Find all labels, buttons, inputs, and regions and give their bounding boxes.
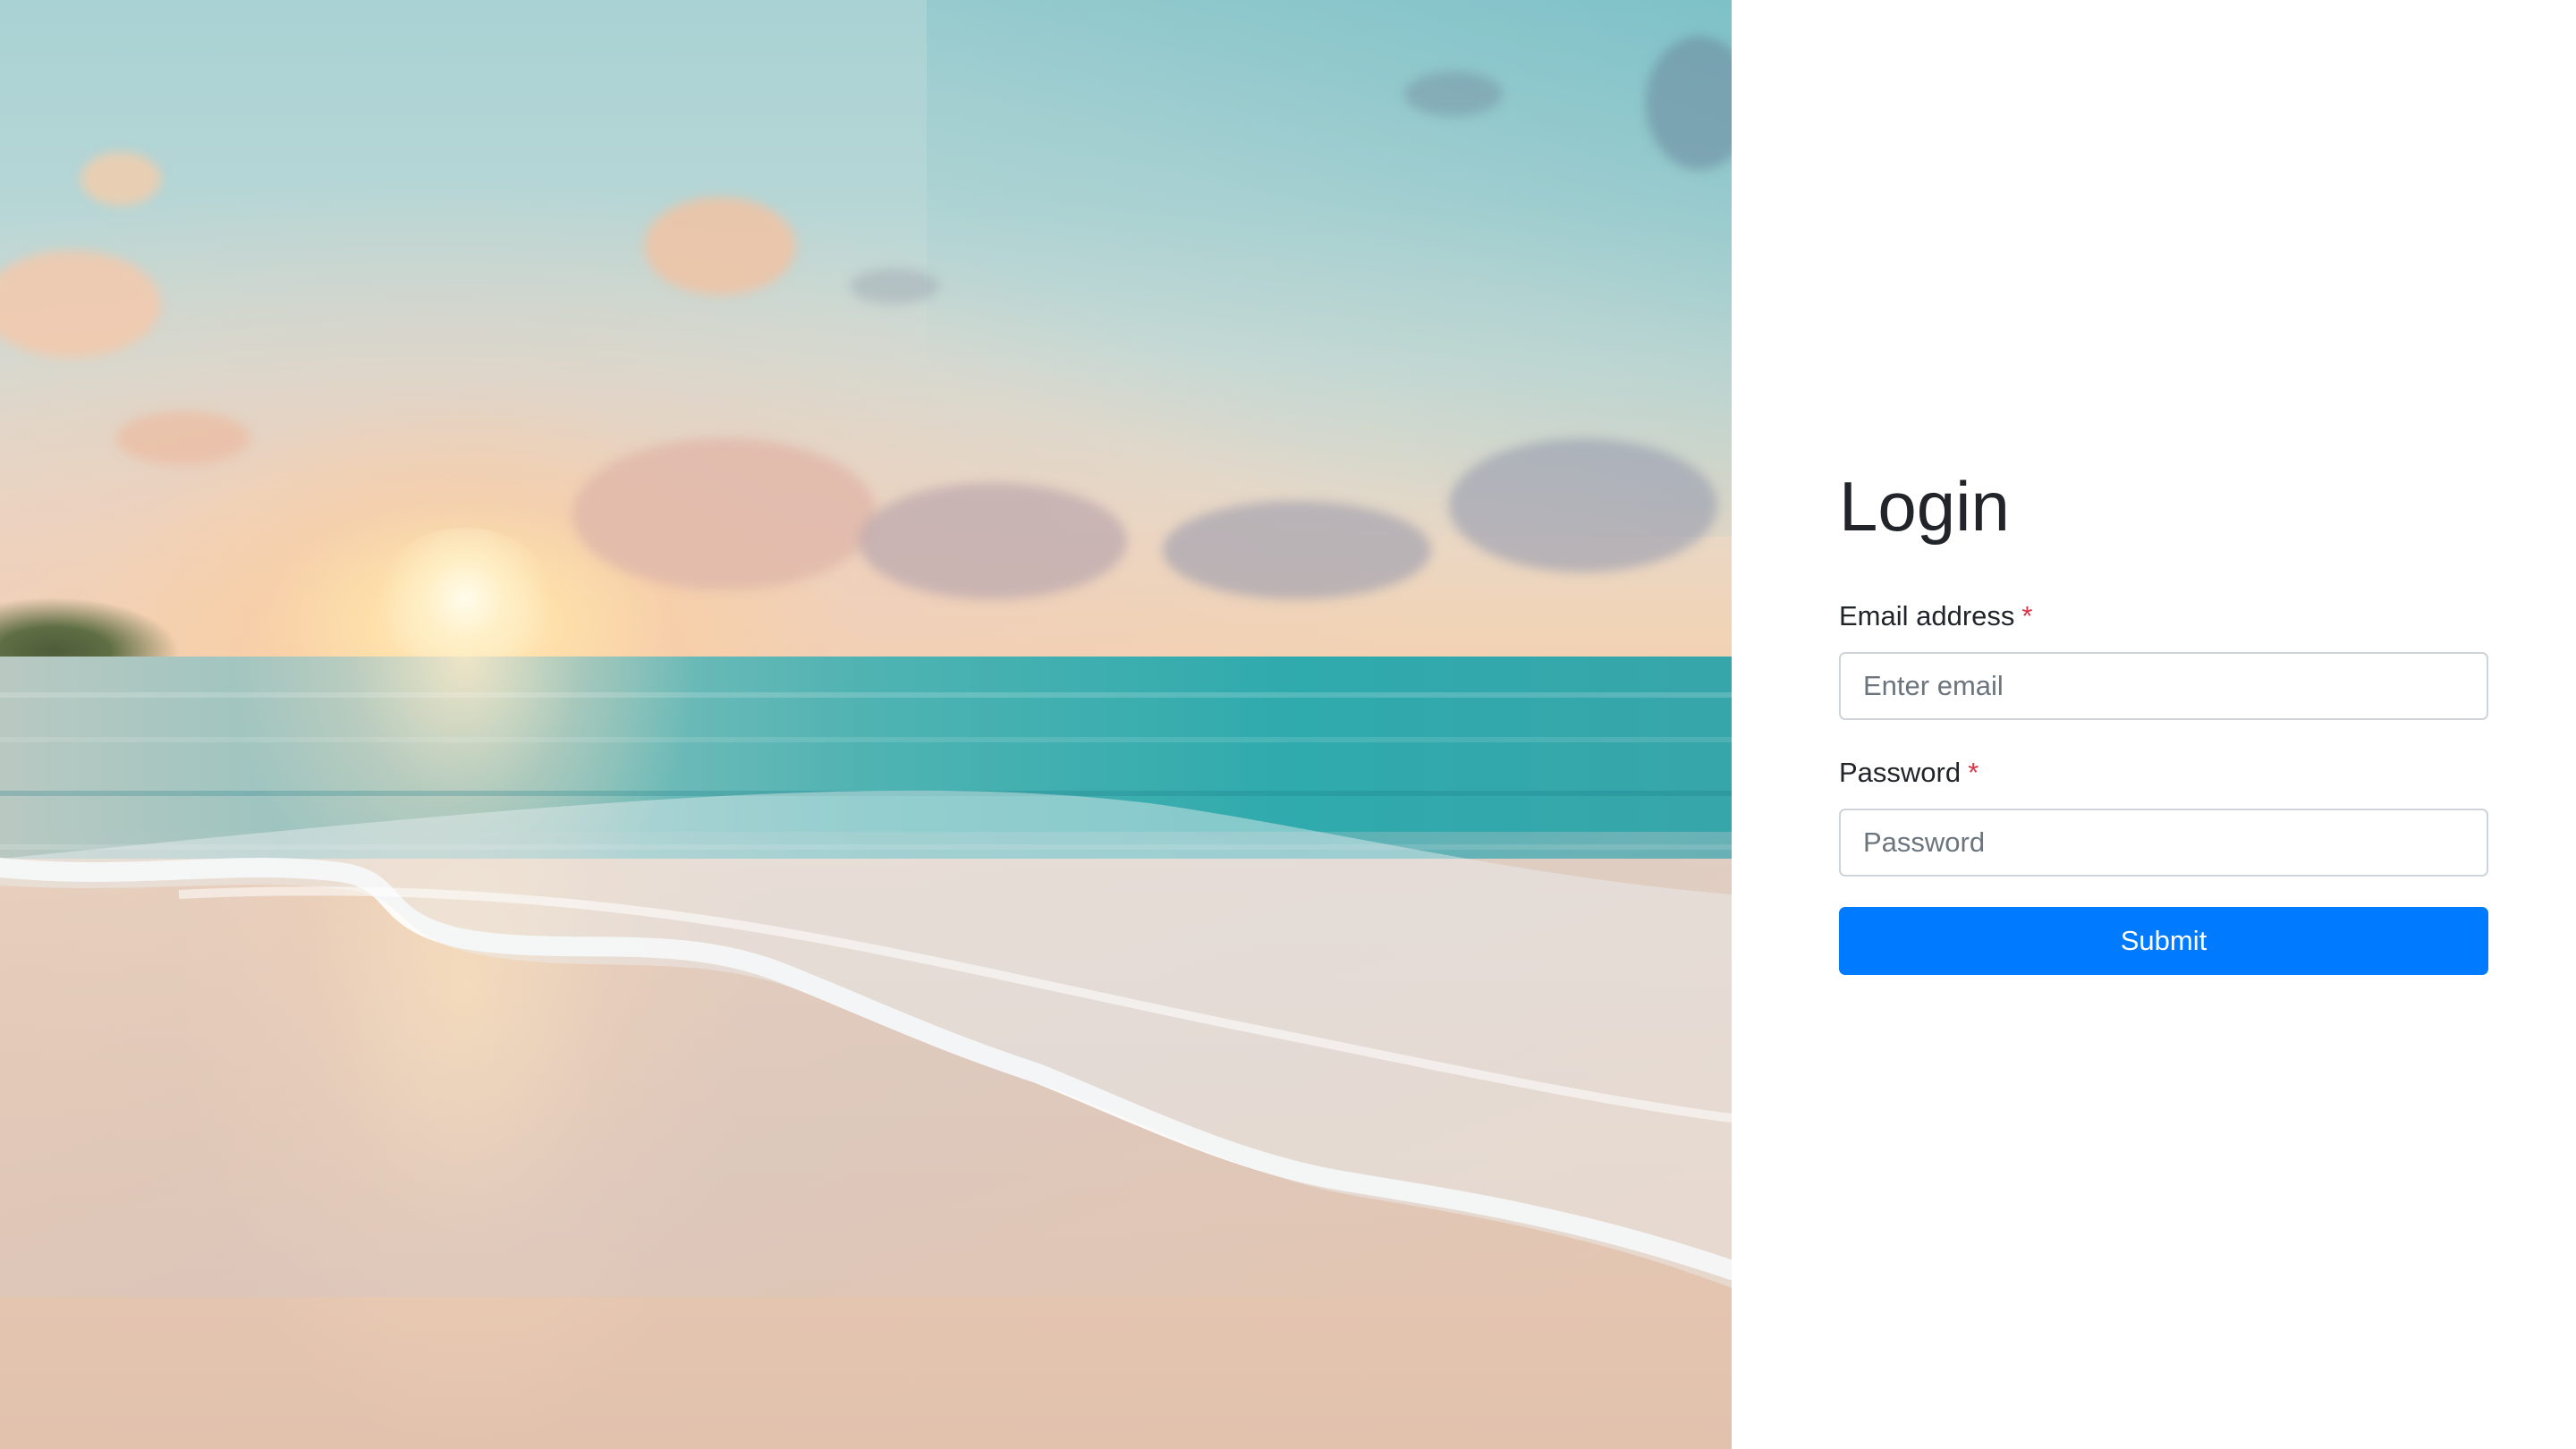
submit-button[interactable]: Submit — [1839, 906, 2488, 975]
password-label-text: Password — [1839, 756, 1962, 788]
email-label: Email address * — [1839, 599, 2488, 632]
login-panel: Login Email address* Password* Submit — [1732, 0, 2576, 1449]
password-label: Password * — [1839, 756, 2488, 789]
email-label-text: Email address — [1839, 599, 2015, 631]
required-asterisk: * — [1968, 756, 1979, 788]
password-field[interactable] — [1839, 808, 2488, 877]
login-form: Login Email address* Password* Submit — [1839, 465, 2488, 975]
beach-sunset-image — [0, 0, 1732, 1449]
email-field[interactable] — [1839, 651, 2488, 720]
login-page: Login Email address* Password* Submit — [0, 0, 2576, 1449]
page-title: Login — [1839, 467, 2010, 546]
wave-foam — [0, 790, 1732, 1288]
required-asterisk: * — [2021, 599, 2033, 631]
